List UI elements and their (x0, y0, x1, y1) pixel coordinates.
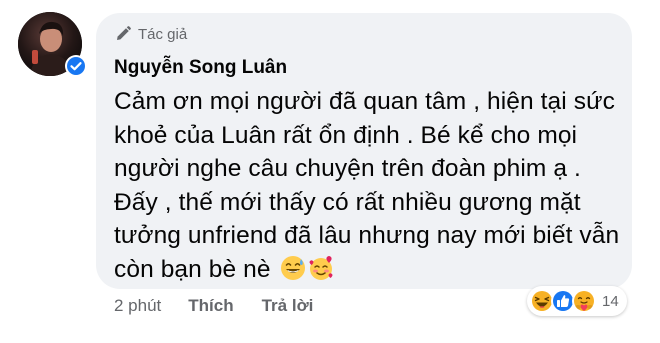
comment-body: Cảm ơn mọi người đã quan tâm , hiện tại … (114, 88, 620, 283)
verified-badge-icon (65, 55, 87, 77)
author-name[interactable]: Nguyễn Song Luân (114, 57, 287, 79)
reaction-summary[interactable]: 14 (527, 286, 627, 316)
author-badge-label: Tác giả (138, 25, 188, 43)
comment-timestamp[interactable]: 2 phút (114, 296, 161, 316)
reaction-count[interactable]: 14 (602, 293, 619, 310)
comment-actions: 2 phút Thích Trả lời (114, 296, 313, 316)
comment: Tác giả Nguyễn Song Luân Cảm ơn mọi ngườ… (0, 0, 660, 343)
pen-icon (117, 26, 131, 40)
comment-bubble: Tác giả Nguyễn Song Luân Cảm ơn mọi ngườ… (96, 13, 632, 289)
reply-button[interactable]: Trả lời (262, 296, 314, 316)
grinning-sweat-emoji (280, 255, 305, 280)
smiling-hearts-emoji (309, 255, 333, 280)
like-button[interactable]: Thích (188, 296, 233, 316)
author-badge: Tác giả (114, 25, 187, 43)
avatar-container[interactable] (18, 12, 87, 77)
comment-text: Cảm ơn mọi người đã quan tâm , hiện tại … (114, 85, 624, 286)
care-icon (572, 289, 596, 313)
